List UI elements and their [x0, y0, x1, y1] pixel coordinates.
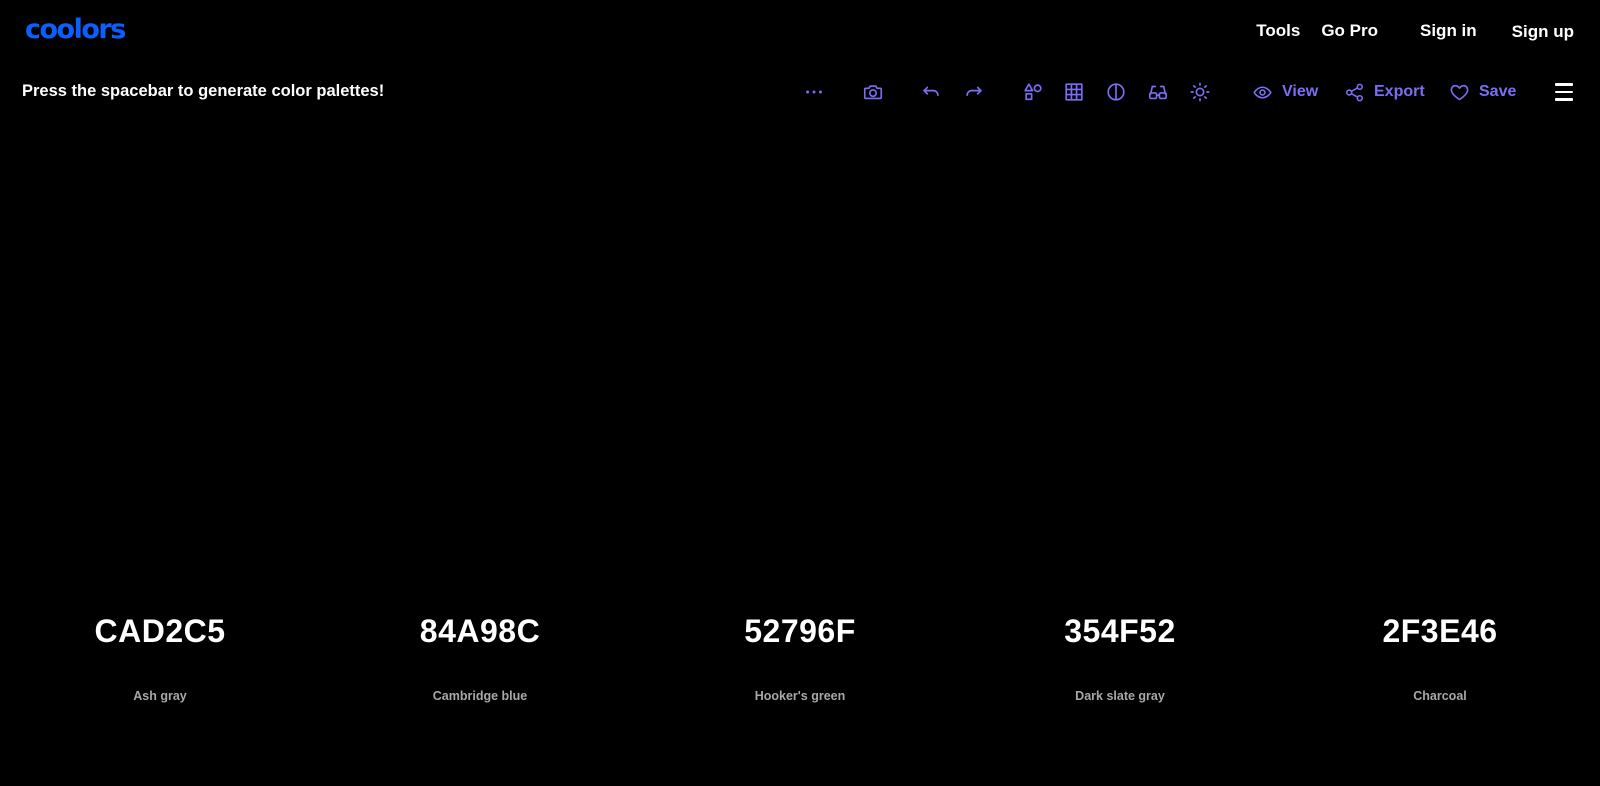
top-nav: coolors Tools Go Pro Sign in Sign up — [0, 0, 1600, 62]
spacebar-hint: Press the spacebar to generate color pal… — [22, 82, 385, 100]
export-button-label: Export — [1374, 83, 1425, 100]
nav-sign-up-link[interactable]: Sign up — [1512, 17, 1574, 47]
swatch-color-name: Hooker's green — [754, 689, 846, 703]
swatch-hex-code[interactable]: 354F52 — [960, 611, 1280, 651]
sun-icon[interactable] — [1187, 79, 1213, 105]
color-swatch[interactable]: 354F52 Dark slate gray — [960, 118, 1280, 786]
nav-links: Tools Go Pro Sign in Sign up — [1256, 16, 1574, 46]
color-swatch[interactable]: 52796F Hooker's green — [640, 118, 960, 786]
hamburger-menu-icon[interactable] — [1555, 79, 1579, 105]
color-palette: CAD2C5 Ash gray 84A98C Cambridge blue 52… — [0, 118, 1600, 786]
share-icon — [1346, 83, 1363, 101]
shapes-icon[interactable] — [1020, 79, 1046, 105]
grid-icon[interactable] — [1061, 79, 1087, 105]
color-swatch[interactable]: 84A98C Cambridge blue — [320, 118, 640, 786]
save-button[interactable]: Save — [1449, 78, 1516, 106]
nav-go-pro-link[interactable]: Go Pro — [1321, 16, 1378, 46]
glasses-icon[interactable] — [1145, 79, 1171, 105]
view-button[interactable]: View — [1252, 78, 1318, 106]
swatch-color-name: Cambridge blue — [432, 689, 528, 703]
export-button[interactable]: Export — [1344, 78, 1425, 106]
color-swatch[interactable]: CAD2C5 Ash gray — [0, 118, 320, 786]
nav-sign-in-link[interactable]: Sign in — [1420, 16, 1477, 46]
heart-icon — [1450, 84, 1469, 100]
view-button-label: View — [1282, 83, 1319, 100]
undo-icon[interactable] — [918, 79, 944, 105]
more-options-icon[interactable] — [801, 79, 827, 105]
nav-tools-link[interactable]: Tools — [1256, 16, 1300, 46]
swatch-color-name: Dark slate gray — [1075, 689, 1165, 703]
camera-icon[interactable] — [860, 79, 886, 105]
swatch-color-name: Charcoal — [1413, 689, 1467, 703]
swatch-hex-code[interactable]: 84A98C — [320, 611, 640, 651]
redo-icon[interactable] — [961, 79, 987, 105]
swatch-hex-code[interactable]: 52796F — [640, 611, 960, 651]
contrast-icon[interactable] — [1103, 79, 1129, 105]
swatch-color-name: Ash gray — [133, 689, 187, 703]
coolors-logo[interactable]: coolors — [25, 13, 126, 47]
swatch-hex-code[interactable]: CAD2C5 — [0, 611, 320, 651]
coolors-generator-page: coolors Tools Go Pro Sign in Sign up Pre… — [0, 0, 1600, 786]
save-button-label: Save — [1479, 83, 1517, 100]
palette-toolbar: Press the spacebar to generate color pal… — [0, 70, 1600, 114]
color-swatch[interactable]: 2F3E46 Charcoal — [1280, 118, 1600, 786]
eye-icon — [1253, 85, 1272, 99]
swatch-hex-code[interactable]: 2F3E46 — [1280, 611, 1600, 651]
